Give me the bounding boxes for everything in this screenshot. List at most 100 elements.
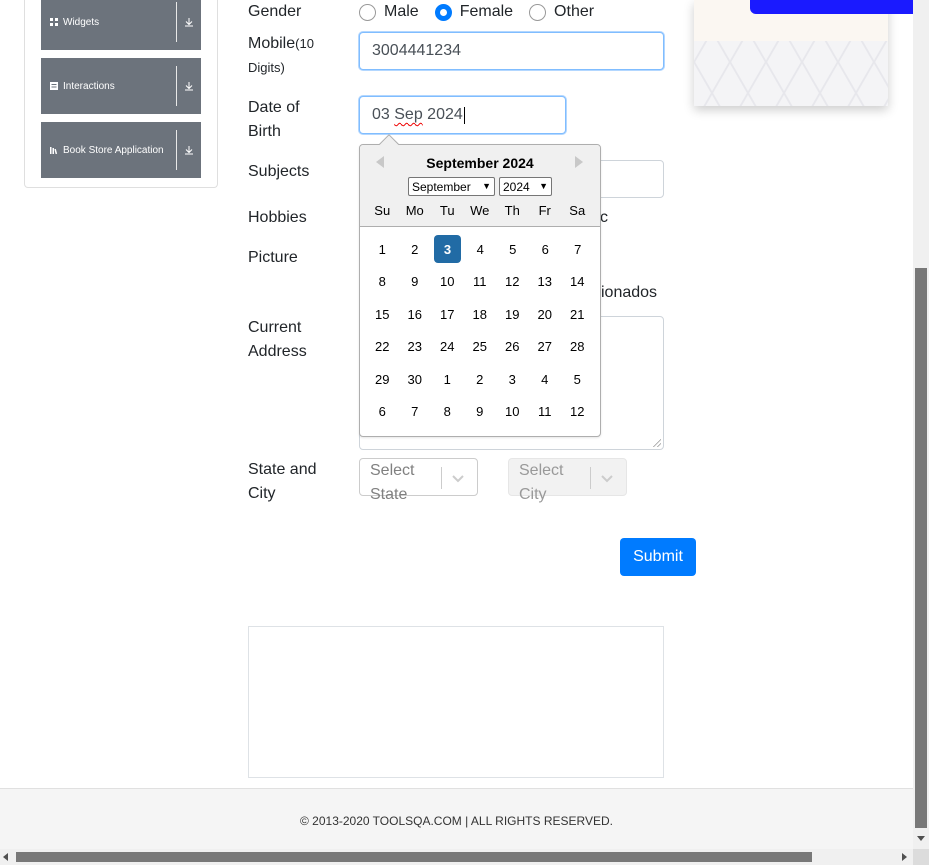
sidebar-group-widgets[interactable]: Widgets — [41, 0, 201, 50]
scroll-thumb[interactable] — [915, 268, 927, 828]
datepicker-day[interactable]: 3 — [496, 365, 529, 393]
datepicker-day[interactable]: 5 — [497, 235, 530, 263]
radio-circle[interactable] — [359, 3, 376, 21]
datepicker-week: 29 30 1 2 3 4 5 — [366, 365, 594, 398]
datepicker-day-selected[interactable]: 3 — [434, 235, 461, 263]
mobile-label: Mobile(10 Digits) — [248, 35, 314, 75]
day-name: Tu — [439, 203, 455, 218]
chevron-down-icon[interactable] — [450, 470, 466, 486]
datepicker-day[interactable]: 21 — [561, 300, 594, 328]
datepicker-day[interactable]: 19 — [496, 300, 529, 328]
datepicker-day[interactable]: 25 — [464, 333, 497, 361]
datepicker-day[interactable]: 1 — [366, 235, 399, 263]
datepicker-day[interactable]: 8 — [366, 268, 399, 296]
datepicker-day[interactable]: 10 — [496, 398, 529, 426]
datepicker-day[interactable]: 4 — [529, 365, 562, 393]
datepicker-day[interactable]: 23 — [399, 333, 432, 361]
datepicker-day[interactable]: 14 — [561, 268, 594, 296]
datepicker-day[interactable]: 2 — [399, 235, 432, 263]
month-select[interactable]: September ▼ — [408, 177, 495, 196]
chevron-down-icon: ▼ — [482, 181, 491, 191]
sidebar-group-book-store[interactable]: Book Store Application — [41, 122, 201, 178]
mobile-input[interactable]: 3004441234 — [359, 32, 664, 70]
divider — [441, 467, 442, 489]
day-name: Su — [374, 203, 391, 218]
datepicker-day[interactable]: 10 — [431, 268, 464, 296]
datepicker-popup: September 2024 September ▼ 2024 ▼ Su Mo … — [359, 134, 601, 437]
horizontal-scrollbar[interactable] — [0, 849, 913, 865]
day-name: Mo — [405, 203, 424, 218]
datepicker-day[interactable]: 22 — [366, 333, 399, 361]
hobby-music-label-partial[interactable]: c — [600, 206, 608, 230]
datepicker-day[interactable]: 9 — [399, 268, 432, 296]
gender-radio-male[interactable]: Male — [359, 3, 419, 21]
download-icon[interactable] — [183, 58, 195, 114]
datepicker-day[interactable]: 5 — [561, 365, 594, 393]
ad-banner[interactable] — [750, 0, 925, 14]
datepicker-day[interactable]: 24 — [431, 333, 464, 361]
day-name: Th — [504, 203, 520, 218]
gender-radio-female[interactable]: Female — [434, 3, 513, 21]
advertisement — [694, 0, 925, 106]
divider — [590, 467, 591, 489]
day-name: Fr — [538, 203, 551, 218]
sidebar-group-label: Book Store Application — [63, 144, 164, 156]
datepicker-day[interactable]: 7 — [399, 398, 432, 426]
download-icon[interactable] — [183, 122, 195, 178]
datepicker-day[interactable]: 6 — [529, 235, 562, 263]
output-box — [248, 626, 664, 778]
datepicker-day[interactable]: 30 — [399, 365, 432, 393]
datepicker-day[interactable]: 9 — [464, 398, 497, 426]
datepicker-week: 22 23 24 25 26 27 28 — [366, 333, 594, 366]
datepicker-day[interactable]: 8 — [431, 398, 464, 426]
datepicker-day[interactable]: 17 — [431, 300, 464, 328]
datepicker-day[interactable]: 15 — [366, 300, 399, 328]
datepicker-day[interactable]: 11 — [464, 268, 497, 296]
day-name: Sa — [569, 203, 586, 218]
sidebar-group-interactions[interactable]: Interactions — [41, 58, 201, 114]
year-select[interactable]: 2024 ▼ — [499, 177, 552, 196]
hobbies-label: Hobbies — [248, 209, 307, 226]
datepicker-day[interactable]: 29 — [366, 365, 399, 393]
radio-circle[interactable] — [529, 3, 547, 21]
datepicker-grid: 1 2 3 4 5 6 7 8 9 10 11 12 13 14 15 16 17 18 19 20 21 22 23 24 2… — [366, 235, 594, 431]
datepicker-day[interactable]: 11 — [529, 398, 562, 426]
footer: © 2013-2020 TOOLSQA.COM | ALL RIGHTS RES… — [0, 788, 913, 850]
scroll-left-icon[interactable] — [3, 853, 8, 861]
datepicker-day[interactable]: 28 — [561, 333, 594, 361]
radio-circle-checked[interactable] — [434, 3, 452, 21]
submit-button[interactable]: Submit — [620, 538, 696, 576]
download-icon[interactable] — [183, 0, 195, 50]
books-icon — [50, 147, 58, 154]
vertical-scrollbar[interactable] — [913, 0, 929, 849]
list-icon — [50, 82, 58, 90]
scroll-thumb[interactable] — [16, 852, 812, 862]
radio-label[interactable]: Other — [554, 3, 594, 21]
day-names-row: Su Mo Tu We Th Fr Sa — [366, 203, 594, 218]
datepicker-day[interactable]: 1 — [431, 365, 464, 393]
gender-radio-other[interactable]: Other — [529, 3, 594, 21]
state-select[interactable]: Select State — [359, 458, 478, 503]
datepicker-day[interactable]: 4 — [464, 235, 497, 263]
subjects-input[interactable] — [590, 160, 664, 198]
datepicker-day[interactable]: 2 — [464, 365, 497, 393]
datepicker-day[interactable]: 27 — [529, 333, 562, 361]
scroll-down-icon[interactable] — [917, 836, 925, 841]
resize-handle-icon[interactable] — [653, 439, 661, 447]
dob-input[interactable]: 03 Sep 2024 — [359, 96, 566, 134]
divider — [176, 2, 177, 42]
datepicker-day[interactable]: 6 — [366, 398, 399, 426]
state-city-label: State and City — [248, 461, 317, 502]
datepicker-day[interactable]: 18 — [464, 300, 497, 328]
datepicker-day[interactable]: 20 — [529, 300, 562, 328]
scroll-right-icon[interactable] — [902, 853, 907, 861]
datepicker-day[interactable]: 26 — [496, 333, 529, 361]
datepicker-day[interactable]: 12 — [561, 398, 594, 426]
datepicker-day[interactable]: 7 — [562, 235, 595, 263]
datepicker-day[interactable]: 13 — [529, 268, 562, 296]
datepicker-day[interactable]: 16 — [399, 300, 432, 328]
radio-label[interactable]: Female — [460, 3, 513, 21]
datepicker-day[interactable]: 12 — [496, 268, 529, 296]
radio-label[interactable]: Male — [384, 3, 419, 21]
file-status-partial: ionados — [601, 284, 658, 301]
